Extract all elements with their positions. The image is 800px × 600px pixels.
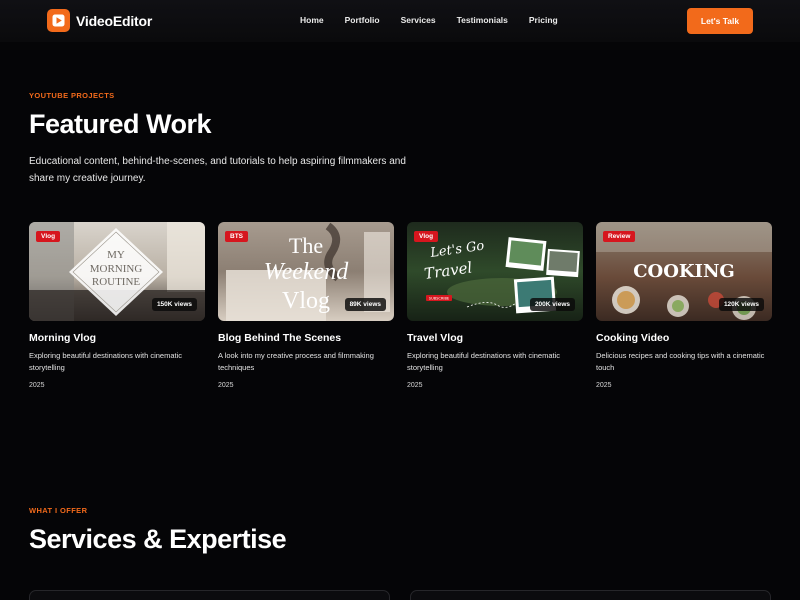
project-description: Exploring beautiful destinations with ci…	[29, 351, 182, 372]
thumb-text-line-3: ROUTINE	[92, 276, 141, 288]
nav-link-testimonials[interactable]: Testimonials	[457, 15, 508, 25]
brand-name: VideoEditor	[76, 12, 153, 29]
services-title: Services & Expertise	[29, 524, 287, 554]
view-count: 89K views	[344, 298, 386, 311]
project-description: Exploring beautiful destinations with ci…	[407, 351, 560, 372]
project-description: Delicious recipes and cooking tips with …	[596, 351, 765, 372]
project-card-travel-vlog[interactable]: Let's Go Travel SUBSCRIBE Vlog 200K view…	[407, 222, 583, 389]
project-description: A look into my creative process and film…	[218, 351, 374, 372]
view-count: 200K views	[529, 298, 575, 311]
featured-description: Educational content, behind-the-scenes, …	[29, 156, 406, 184]
project-year: 2025	[29, 382, 45, 389]
category-badge: Review	[603, 231, 636, 242]
thumb-text-line-1: COOKING	[633, 261, 735, 282]
project-year: 2025	[218, 382, 234, 389]
nav-link-portfolio[interactable]: Portfolio	[345, 15, 380, 25]
project-thumbnail[interactable]: Let's Go Travel SUBSCRIBE Vlog 200K view…	[407, 222, 583, 321]
service-card	[29, 590, 390, 600]
project-card-cooking-video[interactable]: COOKING Review 120K views Cooking Video …	[596, 222, 772, 389]
featured-eyebrow: YOUTUBE PROJECTS	[29, 91, 115, 100]
thumb-text-line-1: MY	[107, 249, 125, 261]
thumb-text-line-2: MORNING	[90, 263, 143, 275]
top-navbar: VideoEditor Home Portfolio Services Test…	[0, 0, 800, 42]
project-title[interactable]: Morning Vlog	[29, 332, 205, 344]
featured-title: Featured Work	[29, 109, 212, 139]
nav-link-home[interactable]: Home	[300, 15, 324, 25]
project-title[interactable]: Cooking Video	[596, 332, 772, 344]
project-year: 2025	[596, 382, 612, 389]
lets-talk-button[interactable]: Let's Talk	[687, 8, 753, 34]
brand-logo[interactable]: VideoEditor	[47, 9, 152, 32]
project-title[interactable]: Blog Behind The Scenes	[218, 332, 394, 344]
category-badge: BTS	[225, 231, 248, 242]
thumb-subscribe-text: SUBSCRIBE	[429, 297, 450, 301]
project-card-behind-the-scenes[interactable]: The Weekend Vlog BTS 89K views Blog Behi…	[218, 222, 394, 389]
project-thumbnail[interactable]: COOKING Review 120K views	[596, 222, 772, 321]
thumb-text-line-1: The	[289, 233, 323, 258]
nav-link-services[interactable]: Services	[401, 15, 436, 25]
thumb-text-line-2: Weekend	[264, 259, 349, 285]
category-badge: Vlog	[414, 231, 439, 242]
thumb-text-line-3: Vlog	[282, 288, 330, 314]
service-card	[410, 590, 771, 600]
project-thumbnail[interactable]: The Weekend Vlog BTS 89K views	[218, 222, 394, 321]
project-thumbnail[interactable]: MY MORNING ROUTINE Vlog 150K views	[29, 222, 205, 321]
project-title[interactable]: Travel Vlog	[407, 332, 583, 344]
project-year: 2025	[407, 382, 423, 389]
nav-link-pricing[interactable]: Pricing	[529, 15, 558, 25]
view-count: 150K views	[151, 298, 197, 311]
nav-links: Home Portfolio Services Testimonials Pri…	[300, 15, 579, 25]
services-eyebrow: WHAT I OFFER	[29, 506, 88, 515]
play-icon	[47, 9, 70, 32]
view-count: 120K views	[718, 298, 764, 311]
project-card-morning-vlog[interactable]: MY MORNING ROUTINE Vlog 150K views Morni…	[29, 222, 205, 389]
category-badge: Vlog	[36, 231, 61, 242]
